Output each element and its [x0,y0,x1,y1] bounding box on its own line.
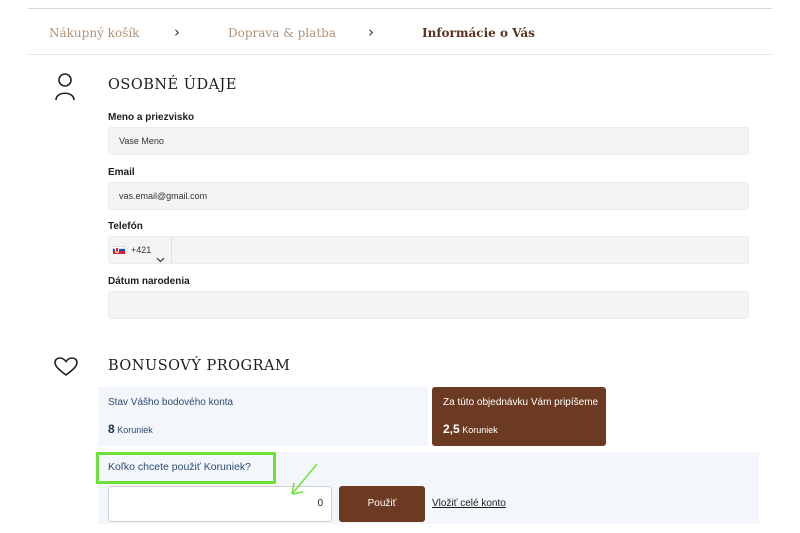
step-shipping-payment[interactable]: Doprava & platba [228,26,336,40]
country-code-value: +421 [131,245,152,255]
chevron-down-icon [156,247,165,273]
chevron-right-icon: › [368,23,374,41]
earn-value-row: 2,5 Koruniek [443,422,498,436]
email-label: Email [108,167,135,178]
checkout-steps: Nákupný košík › Doprava & platba › Infor… [28,9,772,55]
earn-label: Za túto objednávku Vám pripíšeme [443,397,599,408]
heart-icon [54,357,78,382]
earn-unit: Koruniek [462,425,498,435]
highlight-box [96,452,276,484]
step-cart[interactable]: Nákupný košík [49,26,139,40]
balance-value: 8 [108,422,115,436]
arrow-annotation-icon [286,462,320,503]
bonus-section-title: BONUSOVÝ PROGRAM [108,358,291,374]
personal-section-title: OSOBNÉ ÚDAJE [108,77,237,93]
email-field[interactable]: vas.email@gmail.com [108,182,749,210]
user-icon [54,72,76,107]
phone-field[interactable]: +421 [108,236,749,264]
balance-value-row: 8 Koruniek [108,422,153,436]
country-code-select[interactable]: +421 [109,237,172,263]
earn-value: 2,5 [443,422,460,436]
chevron-right-icon: › [174,23,180,41]
name-field[interactable]: Vase Meno [108,127,749,155]
balance-label: Stav Vášho bodového konta [108,397,234,408]
birthdate-label: Dátum narodenia [108,276,190,287]
name-label: Meno a priezvisko [108,112,195,123]
earned-points-card: Za túto objednávku Vám pripíšeme 2,5 Kor… [432,387,606,446]
points-balance-card: Stav Vášho bodového konta 8 Koruniek [98,387,428,446]
birthdate-field[interactable] [108,291,749,319]
balance-unit: Koruniek [117,425,153,435]
step-customer-info: Informácie o Vás [422,26,535,40]
phone-label: Telefón [108,221,143,232]
use-all-points-link[interactable]: Vložiť celé konto [432,498,506,509]
apply-points-button[interactable]: Použiť [339,486,425,522]
slovakia-flag-icon [113,246,125,254]
